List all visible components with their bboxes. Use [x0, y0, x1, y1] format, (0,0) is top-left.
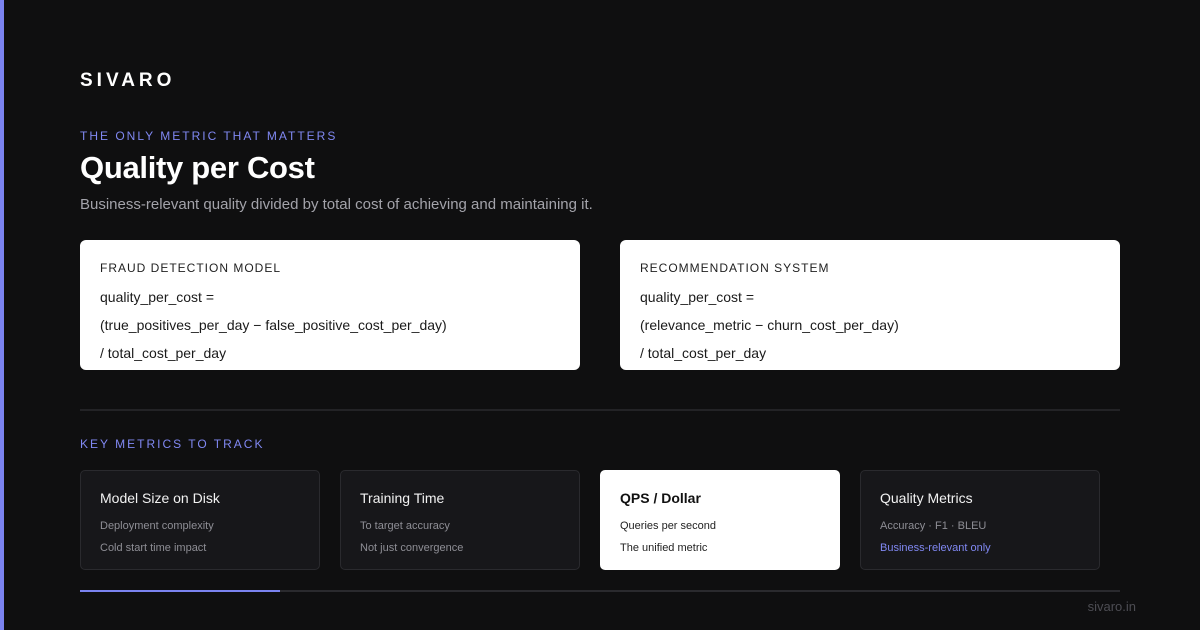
formula-card-label: FRAUD DETECTION MODEL — [100, 261, 282, 275]
metric-title: Model Size on Disk — [100, 490, 220, 506]
progress-bar-fill — [80, 590, 280, 592]
formula-line: (true_positives_per_day − false_positive… — [100, 317, 447, 333]
section-label-key-metrics: KEY METRICS TO TRACK — [80, 437, 265, 451]
formula-card-label: RECOMMENDATION SYSTEM — [640, 261, 830, 275]
formula-line: / total_cost_per_day — [640, 345, 767, 361]
metric-detail: Queries per second — [620, 520, 716, 532]
metric-detail-accent: Business-relevant only — [880, 542, 991, 554]
metric-title: Training Time — [360, 490, 445, 506]
formula-card-recommendation: RECOMMENDATION SYSTEM quality_per_cost =… — [620, 240, 1120, 370]
formula-line: quality_per_cost = — [640, 289, 755, 305]
metric-title: Quality Metrics — [880, 490, 973, 506]
page-subtitle: Business-relevant quality divided by tot… — [80, 196, 593, 213]
metric-detail: Deployment complexity — [100, 520, 214, 532]
metric-title: QPS / Dollar — [620, 490, 701, 506]
metric-detail: Cold start time impact — [100, 542, 207, 554]
section-divider — [80, 409, 1120, 411]
metric-card-training-time: Training Time To target accuracy Not jus… — [340, 470, 580, 570]
brand-logo: SIVARO — [80, 70, 176, 91]
metric-detail: Accuracy · F1 · BLEU — [880, 520, 987, 532]
footer-url: sivaro.in — [1087, 599, 1136, 614]
metric-detail: To target accuracy — [360, 520, 450, 532]
metric-card-quality-metrics: Quality Metrics Accuracy · F1 · BLEU Bus… — [860, 470, 1100, 570]
formula-card-fraud: FRAUD DETECTION MODEL quality_per_cost =… — [80, 240, 580, 370]
left-accent-bar — [0, 0, 4, 630]
progress-bar — [80, 590, 1120, 592]
formula-line: quality_per_cost = — [100, 289, 215, 305]
formula-line: (relevance_metric − churn_cost_per_day) — [640, 317, 899, 333]
metric-detail: Not just convergence — [360, 542, 464, 554]
page-title: Quality per Cost — [80, 150, 315, 185]
metric-detail: The unified metric — [620, 542, 708, 554]
eyebrow-label: THE ONLY METRIC THAT MATTERS — [80, 129, 338, 143]
formula-line: / total_cost_per_day — [100, 345, 227, 361]
metric-card-qps-dollar: QPS / Dollar Queries per second The unif… — [600, 470, 840, 570]
metric-card-model-size: Model Size on Disk Deployment complexity… — [80, 470, 320, 570]
